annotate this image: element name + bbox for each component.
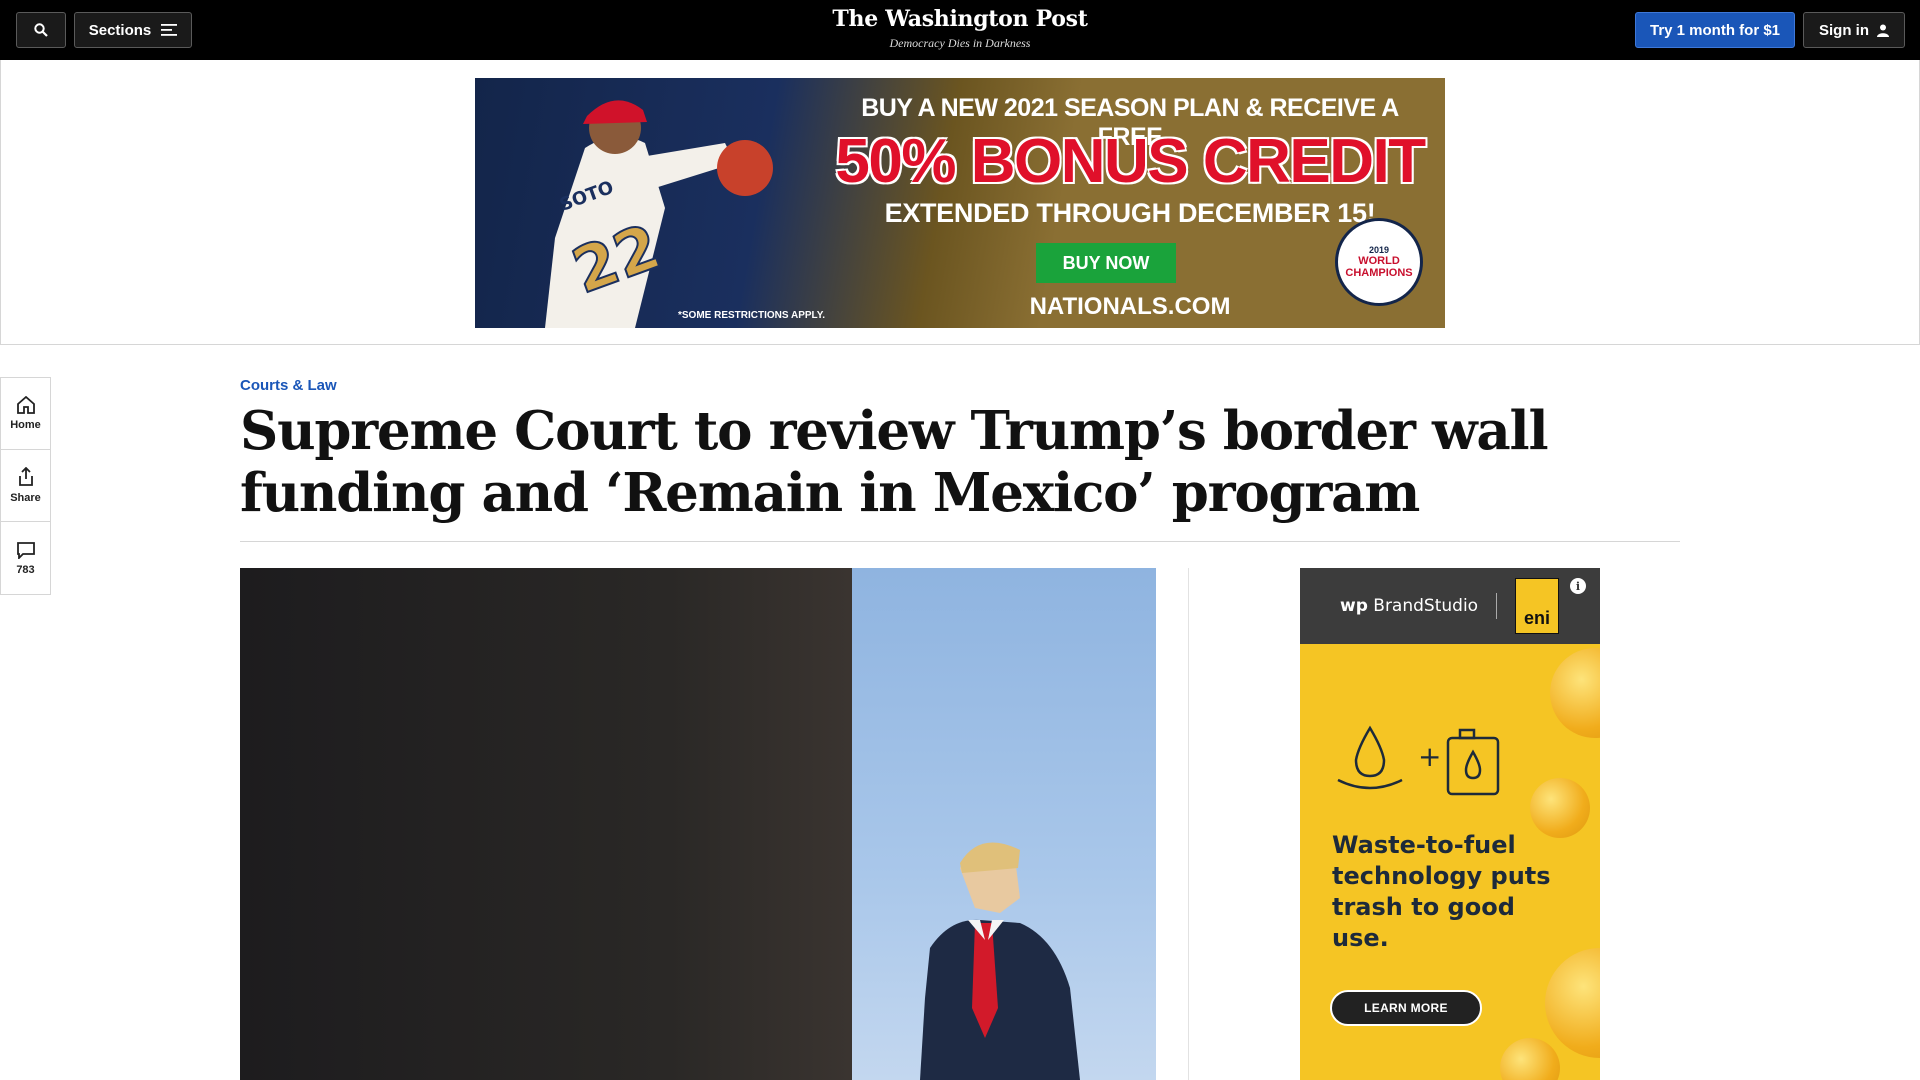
buy-now-button[interactable]: BUY NOW <box>1036 243 1176 283</box>
brandstudio-side-ad[interactable]: wp BrandStudio eni i + Waste-to-fuel tec… <box>1300 568 1600 1080</box>
brandstudio-logo: wp BrandStudio <box>1340 596 1479 616</box>
sections-label: Sections <box>88 21 152 39</box>
left-action-rail: Home Share 783 <box>0 377 51 595</box>
sections-button[interactable]: Sections <box>74 12 192 48</box>
menu-icon <box>161 24 178 36</box>
badge-year: 2019 <box>1368 245 1390 255</box>
ad-headline-3: EXTENDED THROUGH DECEMBER 15! <box>884 198 1376 228</box>
decorative-orb <box>1550 648 1600 738</box>
person-figure <box>920 842 1080 1080</box>
top-navigation-bar: Sections The Washington Post Democracy D… <box>0 0 1920 60</box>
decorative-orb <box>1545 948 1600 1058</box>
rail-home-label: Home <box>10 419 41 431</box>
article-headline: Supreme Court to review Trump’s border w… <box>240 400 1549 524</box>
ad-headline-2: 50% BONUS CREDIT <box>835 127 1426 196</box>
sign-in-label: Sign in <box>1819 21 1869 39</box>
home-icon <box>16 396 35 414</box>
comment-icon <box>16 541 35 559</box>
sign-in-button[interactable]: Sign in <box>1803 12 1905 48</box>
column-divider <box>1188 568 1189 1080</box>
baseball-player-image: 22 SOTO <box>545 100 773 328</box>
masthead[interactable]: The Washington Post Democracy Dies in Da… <box>760 6 1160 51</box>
section-kicker-link[interactable]: Courts & Law <box>240 377 337 394</box>
learn-more-button[interactable]: LEARN MORE <box>1330 990 1482 1026</box>
masthead-tagline: Democracy Dies in Darkness <box>889 36 1031 50</box>
ad-site-url: NATIONALS.COM <box>1029 293 1231 320</box>
subscribe-button[interactable]: Try 1 month for $1 <box>1635 12 1795 48</box>
eni-logo: eni <box>1515 578 1560 634</box>
rail-comments-button[interactable]: 783 <box>1 522 50 594</box>
world-champions-badge: 2019 WORLD CHAMPIONS <box>1335 218 1423 306</box>
side-ad-copy: Waste-to-fuel technology puts trash to g… <box>1332 831 1551 952</box>
search-icon <box>34 23 48 37</box>
badge-text: WORLD CHAMPIONS <box>1345 255 1413 279</box>
side-ad-header: wp BrandStudio eni <box>1300 568 1600 644</box>
headline-divider <box>240 541 1680 542</box>
article-hero-image[interactable] <box>240 568 1156 1080</box>
decorative-orb <box>1500 1038 1560 1080</box>
rail-comment-count: 783 <box>16 563 35 576</box>
search-button[interactable] <box>16 12 66 48</box>
decorative-orb <box>1530 778 1590 838</box>
rail-share-button[interactable]: Share <box>1 450 50 522</box>
masthead-logo[interactable]: The Washington Post <box>760 6 1160 32</box>
nationals-banner-ad[interactable]: 22 SOTO BUY A NEW 2021 SEASON PLAN & REC… <box>475 78 1445 328</box>
share-icon <box>18 467 33 486</box>
ad-info-icon[interactable]: i <box>1570 578 1586 594</box>
user-icon <box>1877 24 1889 37</box>
rail-share-label: Share <box>10 492 41 504</box>
rail-home-button[interactable]: Home <box>1 378 50 450</box>
fuel-icon: + <box>1337 725 1500 796</box>
svg-text:+: + <box>1418 740 1441 773</box>
logo-separator <box>1496 593 1498 619</box>
ad-restrictions: *SOME RESTRICTIONS APPLY. <box>678 310 826 321</box>
